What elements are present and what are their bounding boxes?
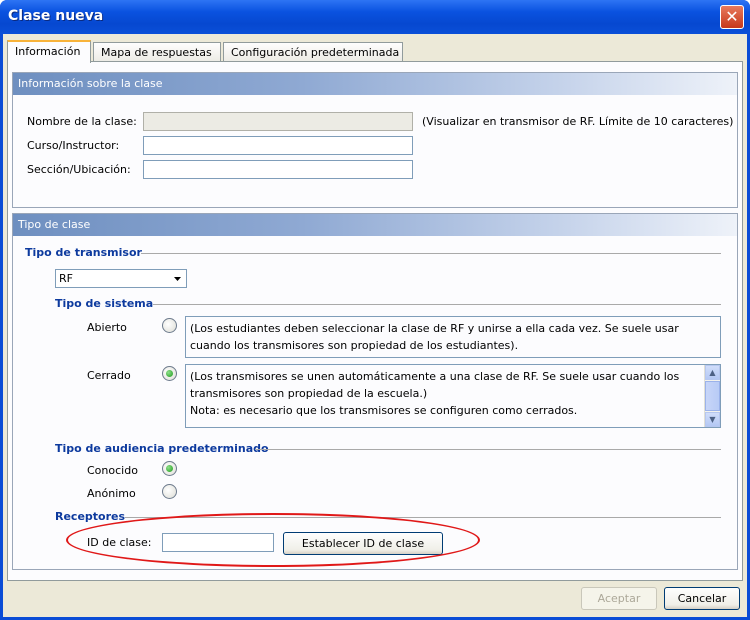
dialog-window: Clase nueva ✕ Información Mapa de respue… (0, 0, 750, 620)
course-label: Curso/Instructor: (27, 139, 120, 152)
anonymous-label: Anónimo (87, 487, 136, 500)
closed-label: Cerrado (87, 369, 131, 382)
class-info-header: Información sobre la clase (13, 73, 737, 95)
closed-description: (Los transmisores se unen automáticament… (185, 364, 721, 428)
tab-configuracion[interactable]: Configuración predeterminada (223, 42, 403, 62)
class-name-hint: (Visualizar en transmisor de RF. Límite … (422, 115, 734, 128)
set-class-id-button[interactable]: Establecer ID de clase (283, 532, 443, 555)
class-info-group: Información sobre la clase Nombre de la … (12, 72, 738, 208)
divider (255, 449, 721, 450)
window-title: Clase nueva (8, 8, 104, 24)
receivers-title: Receptores (55, 510, 126, 523)
divider (125, 517, 721, 518)
known-radio[interactable] (162, 461, 177, 476)
system-type-title: Tipo de sistema (55, 297, 154, 310)
tab-informacion[interactable]: Información (7, 40, 91, 63)
scroll-down-icon[interactable]: ▼ (705, 412, 720, 427)
transmitter-type-value: RF (59, 272, 73, 285)
divider (141, 253, 721, 254)
course-input[interactable] (143, 136, 413, 155)
cancel-button[interactable]: Cancelar (664, 587, 740, 610)
open-description: (Los estudiantes deben seleccionar la cl… (185, 316, 721, 358)
known-label: Conocido (87, 464, 138, 477)
class-id-field[interactable] (162, 533, 274, 552)
accept-button[interactable]: Aceptar (581, 587, 657, 610)
transmitter-type-select[interactable]: RF (55, 269, 187, 288)
class-type-group: Tipo de clase Tipo de transmisor RF Tipo… (12, 213, 738, 570)
scroll-thumb[interactable] (705, 381, 720, 411)
closed-description-text: (Los transmisores se unen automáticament… (190, 370, 680, 400)
class-name-label: Nombre de la clase: (27, 115, 137, 128)
class-type-header: Tipo de clase (13, 214, 737, 236)
section-input[interactable] (143, 160, 413, 179)
section-label: Sección/Ubicación: (27, 163, 131, 176)
closed-note-text: Nota: es necesario que los transmisores … (190, 404, 578, 417)
title-bar[interactable]: Clase nueva ✕ (0, 0, 750, 34)
chevron-down-icon (174, 277, 181, 281)
anonymous-radio[interactable] (162, 484, 177, 499)
class-name-field[interactable] (143, 112, 413, 131)
tab-page: Información sobre la clase Nombre de la … (7, 61, 743, 581)
transmitter-type-title: Tipo de transmisor (25, 246, 142, 259)
tab-mapa-respuestas[interactable]: Mapa de respuestas (93, 42, 221, 62)
open-radio[interactable] (162, 318, 177, 333)
class-id-label: ID de clase: (87, 536, 152, 549)
closed-radio[interactable] (162, 366, 177, 381)
close-icon[interactable]: ✕ (720, 5, 744, 29)
scroll-up-icon[interactable]: ▲ (705, 365, 720, 380)
scrollbar[interactable]: ▲ ▼ (704, 365, 720, 427)
divider (153, 304, 721, 305)
audience-type-title: Tipo de audiencia predeterminado (55, 442, 269, 455)
dialog-body: Información Mapa de respuestas Configura… (3, 34, 747, 617)
open-label: Abierto (87, 321, 127, 334)
